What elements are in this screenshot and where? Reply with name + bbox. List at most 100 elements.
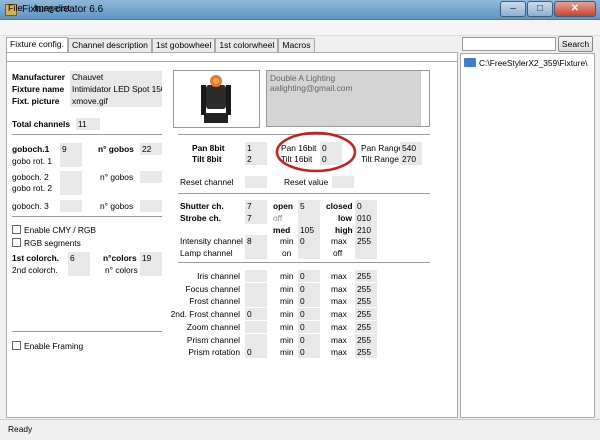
channel-max-label: max — [331, 309, 347, 320]
rgb-segments-checkbox[interactable] — [12, 238, 21, 247]
pan8-label: Pan 8bit — [192, 143, 225, 153]
lamp-on-field[interactable] — [298, 247, 320, 259]
channel-max-field[interactable]: 255 — [355, 320, 377, 333]
tree-folder-item[interactable]: C:\FreeStylerX2_359\Fixture\ — [479, 58, 587, 68]
search-input[interactable] — [462, 37, 556, 51]
ngobos2-field[interactable] — [140, 171, 162, 183]
reset-value-field[interactable] — [332, 176, 354, 188]
lamp-off-field[interactable] — [355, 247, 377, 259]
channel-min-field[interactable]: 0 — [298, 282, 320, 295]
intensity-max-field[interactable]: 255 — [355, 235, 377, 247]
goboch1-field[interactable]: 9 — [60, 143, 82, 155]
enable-cmy-checkbox[interactable] — [12, 225, 21, 234]
lamp-field[interactable] — [245, 247, 267, 259]
channel-max-label: max — [331, 296, 347, 307]
low-field[interactable]: 010 — [355, 212, 377, 224]
channel-value-field[interactable] — [245, 270, 267, 282]
channel-value-field[interactable]: 0 — [245, 308, 267, 321]
channel-max-field[interactable]: 255 — [355, 270, 377, 282]
channel-min-field[interactable]: 0 — [298, 320, 320, 333]
intensity-min-field[interactable]: 0 — [298, 235, 320, 247]
notes-scrollbar[interactable] — [420, 71, 429, 126]
channel-min-field[interactable]: 0 — [298, 270, 320, 282]
tilt8-field[interactable]: 2 — [245, 153, 267, 165]
channel-max-field[interactable]: 255 — [355, 333, 377, 346]
tab-channel-description[interactable]: Channel description — [67, 38, 152, 53]
moving-head-image — [201, 75, 231, 123]
channel-max-label: max — [331, 321, 347, 332]
channel-value-field[interactable] — [245, 282, 267, 295]
channel-value-field[interactable] — [245, 295, 267, 308]
shutter-label: Shutter ch. — [180, 201, 224, 211]
channel-value-field[interactable] — [245, 333, 267, 346]
intensity-max-label: max — [331, 236, 347, 246]
enable-cmy-label: Enable CMY / RGB — [24, 225, 96, 235]
enable-framing-label: Enable Framing — [24, 341, 84, 351]
minimize-button[interactable]: – — [500, 1, 526, 17]
channel-max-label: max — [331, 271, 347, 281]
tab-header-area — [6, 52, 458, 62]
colorch1-field[interactable]: 6 — [68, 252, 90, 264]
menu-imagelist[interactable]: Imagelist — [34, 3, 70, 13]
high-label: high — [335, 225, 353, 235]
picture-field[interactable]: xmove.gif — [70, 95, 162, 107]
gobo-rot1-field[interactable] — [60, 155, 82, 167]
channel-max-field[interactable]: 255 — [355, 308, 377, 321]
fixture-name-field[interactable]: Intimidator LED Spot 150 ( — [70, 83, 162, 95]
strobe-field[interactable]: 7 — [245, 212, 267, 224]
intensity-field[interactable]: 8 — [245, 235, 267, 247]
goboch2-label: goboch. 2 — [12, 172, 49, 182]
channel-min-field[interactable]: 0 — [298, 346, 320, 359]
med-label: med — [273, 225, 291, 235]
channel-max-field[interactable]: 255 — [355, 295, 377, 308]
maximize-button[interactable]: □ — [527, 1, 553, 17]
tab-macros[interactable]: Macros — [278, 38, 315, 53]
colorch2-label: 2nd colorch. — [12, 265, 58, 275]
channel-name-label: Iris channel — [197, 271, 240, 281]
channel-value-field[interactable]: 0 — [245, 346, 267, 359]
channel-name-label: Prism channel — [186, 334, 240, 345]
ngobos3-field[interactable] — [140, 200, 162, 212]
ncolors-field[interactable] — [140, 264, 162, 276]
tab-colorwheel[interactable]: 1st colorwheel — [215, 38, 279, 53]
channel-name-label: Prism rotation — [188, 347, 240, 358]
total-channels-field[interactable]: 11 — [76, 118, 100, 130]
channel-min-field[interactable]: 0 — [298, 295, 320, 308]
fixture-tree[interactable] — [460, 53, 595, 418]
notes-line-2: aalighting@gmail.com — [270, 83, 353, 93]
lamp-off-label: off — [333, 248, 343, 258]
channel-min-label: min — [280, 271, 294, 281]
shutter-field[interactable]: 7 — [245, 200, 267, 212]
gobo-rot2-field[interactable] — [60, 183, 82, 195]
open-label: open — [273, 201, 294, 211]
close-button[interactable]: ✕ — [554, 1, 596, 17]
ncolors-b-label: n°colors — [103, 253, 137, 263]
enable-framing-checkbox[interactable] — [12, 341, 21, 350]
channel-min-field[interactable]: 0 — [298, 333, 320, 346]
closed-label: closed — [326, 201, 353, 211]
goboch2-field[interactable] — [60, 171, 82, 183]
channel-value-field[interactable] — [245, 320, 267, 333]
channel-max-field[interactable]: 255 — [355, 282, 377, 295]
channel-min-field[interactable]: 0 — [298, 308, 320, 321]
channel-min-label: min — [280, 296, 294, 307]
open-field[interactable]: 5 — [298, 200, 320, 212]
colorch2-field[interactable] — [68, 264, 90, 276]
tilt-range-field[interactable]: 270 — [400, 153, 422, 165]
search-button[interactable]: Search — [558, 36, 593, 52]
ngobos2-label: n° gobos — [100, 172, 134, 182]
ngobos-field[interactable]: 22 — [140, 143, 162, 155]
manufacturer-field[interactable]: Chauvet — [70, 71, 162, 83]
closed-field[interactable]: 0 — [355, 200, 377, 212]
tab-gobowheel[interactable]: 1st gobowheel — [151, 38, 216, 53]
off-field[interactable] — [298, 212, 320, 224]
goboch3-field[interactable] — [60, 200, 82, 212]
channel-max-field[interactable]: 255 — [355, 346, 377, 359]
ncolors-b-field[interactable]: 19 — [140, 252, 162, 264]
tab-fixture-config[interactable]: Fixture config. — [6, 37, 68, 53]
notes-field[interactable]: Double A Lighting aalighting@gmail.com — [266, 70, 430, 127]
menu-file[interactable]: File — [8, 3, 23, 13]
reset-channel-field[interactable] — [245, 176, 267, 188]
channel-max-label: max — [331, 334, 347, 345]
picture-label: Fixt. picture — [12, 96, 60, 106]
